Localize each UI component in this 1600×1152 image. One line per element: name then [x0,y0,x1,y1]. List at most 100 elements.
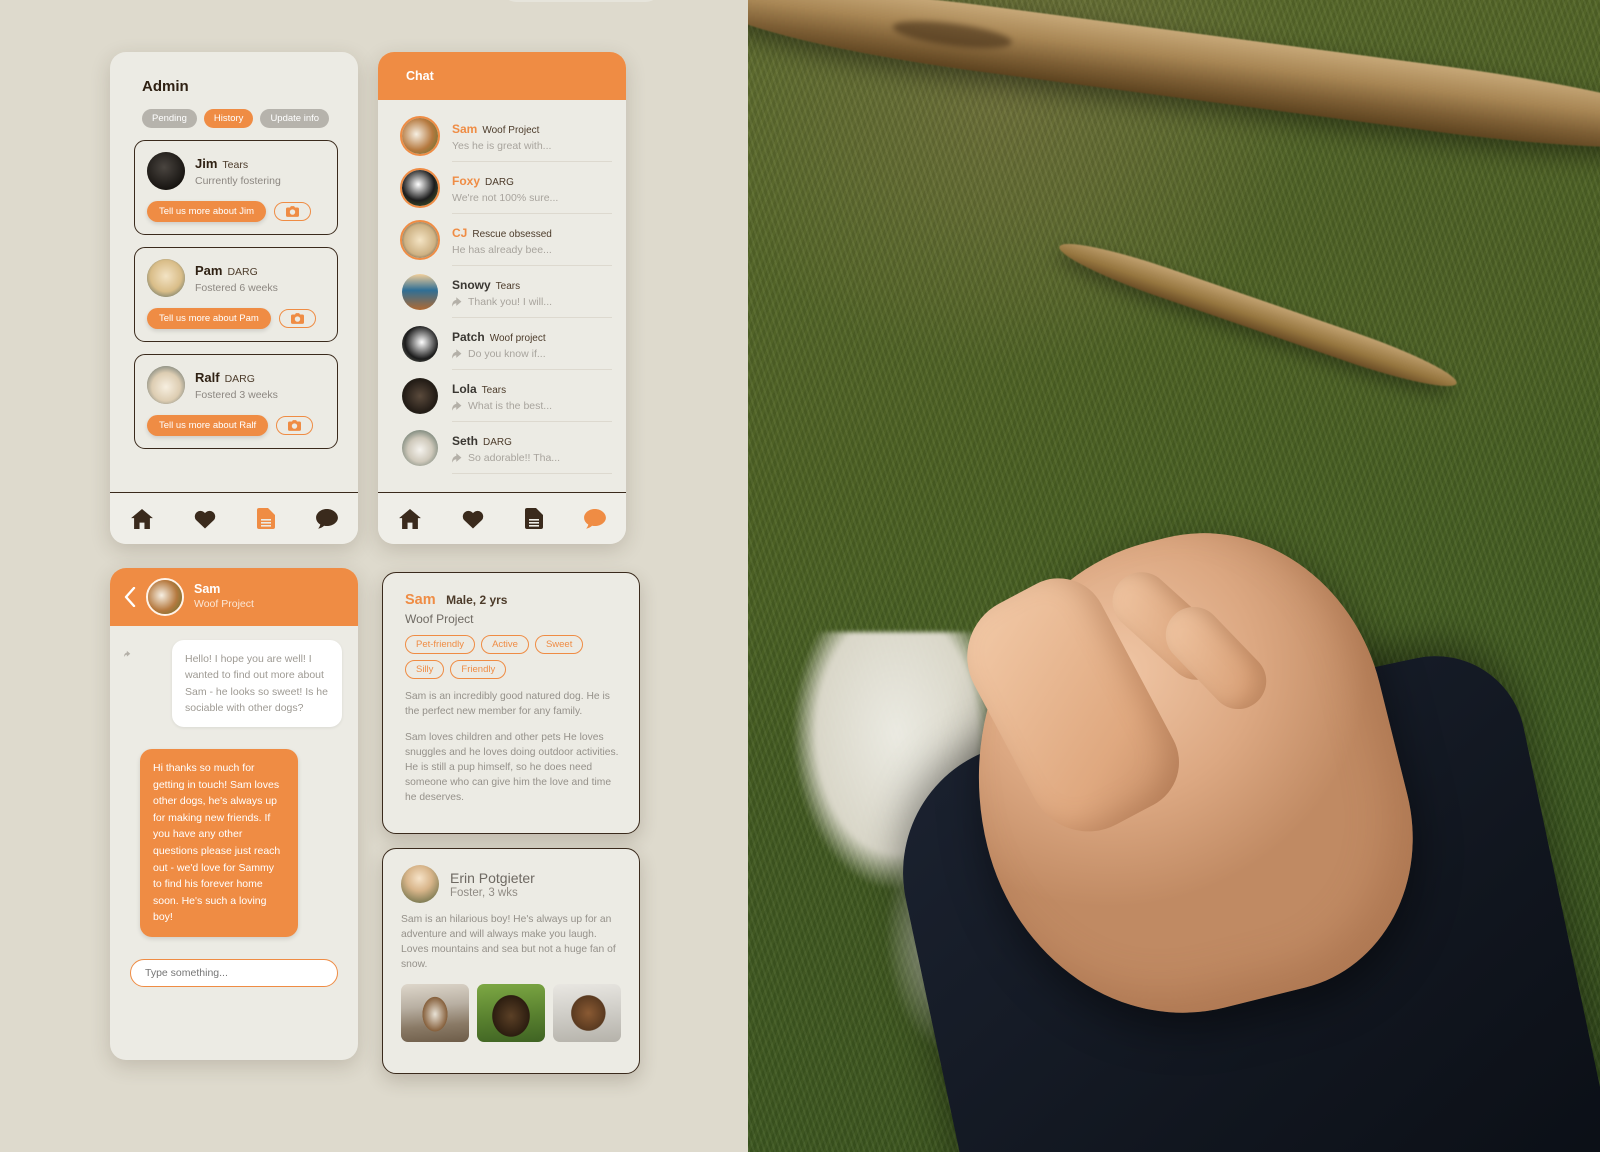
nav-home[interactable] [130,508,153,529]
avatar [147,366,185,404]
review-role: Foster, 3 wks [450,886,518,899]
reply-arrow-icon [452,349,462,359]
camera-icon [290,313,304,324]
camera-button[interactable] [276,416,314,435]
tab-history[interactable]: History [203,109,254,128]
thread-preview: Do you know if... [452,348,612,360]
admin-tabs: Pending History Update info [110,95,358,128]
document-icon [256,508,275,529]
thread-name: Snowy [452,278,491,292]
review-photos [401,983,623,1042]
thread-preview: He has already bee... [452,244,552,256]
avatar [400,220,440,260]
chat-thread-row[interactable]: Lola Tears What is the best... [378,370,626,422]
message-composer [110,944,358,1002]
chat-thread-row[interactable]: Foxy DARG We're not 100% sure... [378,162,626,214]
nav-chat[interactable] [315,508,338,529]
foster-org: DARG [224,373,255,385]
review-text: Sam is an hilarious boy! He's always up … [401,914,616,970]
conversation-org: Woof Project [194,597,254,610]
thread-name: Patch [452,330,485,344]
nav-favourites[interactable] [194,509,216,529]
camera-icon [286,206,300,217]
review-photo[interactable] [553,983,621,1042]
foster-org: Tears [222,159,249,171]
nav-documents[interactable] [524,508,543,529]
conversation-name: Sam [194,582,221,597]
reply-arrow-icon [452,453,462,463]
foster-name: Ralf [195,370,220,385]
conversation-header: Sam Woof Project [110,568,358,626]
chat-thread-row[interactable]: Patch Woof project Do you know if... [378,318,626,370]
avatar [147,259,185,297]
thread-name: Lola [452,382,477,396]
thread-name: CJ [452,226,468,240]
foster-status: Fostered 6 weeks [195,282,278,294]
thread-org: Woof Project [482,125,540,136]
tag-chip[interactable]: Pet-friendly [405,635,476,654]
chat-panel: Chat Sam Woof Project Yes he is great wit… [378,52,626,544]
home-icon [130,508,153,529]
profile-paragraph: Sam is an incredibly good natured dog. H… [405,691,610,717]
chat-thread-row[interactable]: CJ Rescue obsessed He has already bee... [378,214,626,266]
thread-preview: We're not 100% sure... [452,192,559,204]
thread-org: Rescue obsessed [472,229,552,240]
review-author: Erin Potgieter [450,869,535,886]
tab-update-info[interactable]: Update info [260,109,330,128]
avatar [400,116,440,156]
nav-favourites[interactable] [462,509,484,529]
thread-name: Sam [452,122,478,136]
profile-paragraph: Sam loves children and other pets He lov… [405,731,619,803]
nav-chat[interactable] [583,508,606,529]
outgoing-message: Hi thanks so much for getting in touch! … [140,749,298,937]
page-title: Admin [142,78,189,95]
chat-bubble-icon [315,508,338,529]
home-icon [398,508,421,529]
foster-card[interactable]: Pam DARG Fostered 6 weeks Tell us more ab… [134,247,338,342]
nav-home[interactable] [398,508,421,529]
thread-name: Foxy [452,174,481,188]
foster-status: Currently fostering [195,175,281,187]
tag-chip[interactable]: Active [481,635,529,654]
message-input[interactable] [130,959,338,987]
tell-us-more-button[interactable]: Tell us more about Jim [147,201,267,222]
tell-us-more-button[interactable]: Tell us more about Ralf [147,415,269,436]
avatar [401,865,439,903]
dog-profile-card: Sam Male, 2 yrs Woof Project Pet-friendl… [382,572,640,834]
chat-thread-row[interactable]: Sam Woof Project Yes he is great with... [378,110,626,162]
thread-preview: Yes he is great with... [452,140,552,152]
camera-button[interactable] [274,202,312,221]
avatar [400,168,440,208]
review-photo[interactable] [401,983,469,1042]
chat-thread-row[interactable]: Snowy Tears Thank you! I will... [378,266,626,318]
camera-button[interactable] [278,309,316,328]
nav-documents[interactable] [256,508,275,529]
avatar [400,376,440,416]
review-photo[interactable] [477,983,545,1042]
foster-name: Pam [195,263,223,278]
document-icon [524,508,543,529]
chat-header: Chat [378,52,626,100]
thread-org: Tears [495,281,521,292]
heart-icon [194,510,215,529]
profile-tags: Pet-friendly Active Sweet Silly Friendly [405,635,621,679]
thread-org: DARG [483,437,512,448]
tag-chip[interactable]: Silly [405,660,445,679]
foster-card[interactable]: Ralf DARG Fostered 3 weeks Tell us more a… [134,354,338,449]
back-chevron-icon[interactable] [124,587,136,607]
foster-review-card: Erin Potgieter Foster, 3 wks Sam is an h… [382,848,640,1074]
thread-org: DARG [485,177,514,188]
bottom-nav [378,492,626,544]
avatar [147,152,185,190]
tab-pending[interactable]: Pending [142,109,197,128]
foster-card[interactable]: Jim Tears Currently fostering Tell us mor… [134,140,338,235]
tell-us-more-button[interactable]: Tell us more about Pam [147,308,271,329]
tag-chip[interactable]: Sweet [534,635,584,654]
profile-org: Woof Project [405,612,474,626]
reply-arrow-icon [452,297,462,307]
tag-chip[interactable]: Friendly [450,660,507,679]
avatar [146,578,184,616]
chat-thread-row[interactable]: Seth DARG So adorable!! Tha... [378,422,626,474]
avatar [400,428,440,468]
thread-org: Woof project [489,333,546,344]
